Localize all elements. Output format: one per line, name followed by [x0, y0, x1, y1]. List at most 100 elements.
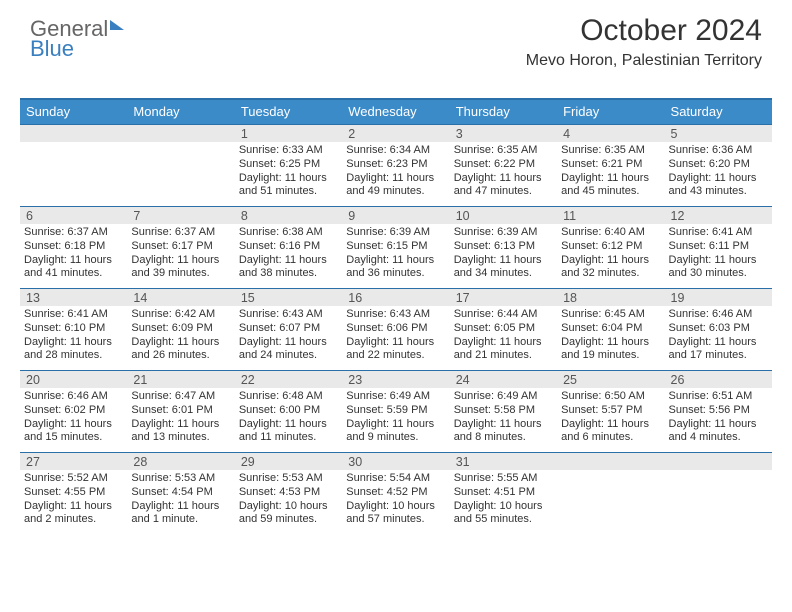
- daylight: Daylight: 11 hours and 8 minutes.: [454, 418, 553, 446]
- day-number: 12: [665, 206, 772, 224]
- day-number: [665, 452, 772, 470]
- sunset: Sunset: 6:04 PM: [561, 322, 660, 336]
- sunset: Sunset: 6:05 PM: [454, 322, 553, 336]
- sunrise: Sunrise: 5:53 AM: [131, 472, 230, 486]
- sunset: Sunset: 5:56 PM: [669, 404, 768, 418]
- day-cell: Sunrise: 6:47 AMSunset: 6:01 PMDaylight:…: [127, 388, 234, 452]
- day-cell: Sunrise: 6:39 AMSunset: 6:15 PMDaylight:…: [342, 224, 449, 288]
- day-cell: Sunrise: 6:51 AMSunset: 5:56 PMDaylight:…: [665, 388, 772, 452]
- sunrise: Sunrise: 6:49 AM: [454, 390, 553, 404]
- sunrise: Sunrise: 6:37 AM: [24, 226, 123, 240]
- day-number: 9: [342, 206, 449, 224]
- day-number: 5: [665, 124, 772, 142]
- daylight: Daylight: 11 hours and 2 minutes.: [24, 500, 123, 528]
- sunrise: Sunrise: 6:37 AM: [131, 226, 230, 240]
- day-body-row: Sunrise: 5:52 AMSunset: 4:55 PMDaylight:…: [20, 470, 772, 534]
- day-number: 25: [557, 370, 664, 388]
- brand-logo: General Blue: [30, 18, 124, 60]
- sunrise: Sunrise: 6:40 AM: [561, 226, 660, 240]
- day-cell: Sunrise: 6:42 AMSunset: 6:09 PMDaylight:…: [127, 306, 234, 370]
- daylight: Daylight: 11 hours and 30 minutes.: [669, 254, 768, 282]
- day-cell: Sunrise: 6:39 AMSunset: 6:13 PMDaylight:…: [450, 224, 557, 288]
- sunset: Sunset: 6:03 PM: [669, 322, 768, 336]
- daylight: Daylight: 11 hours and 51 minutes.: [239, 172, 338, 200]
- day-cell: Sunrise: 6:44 AMSunset: 6:05 PMDaylight:…: [450, 306, 557, 370]
- daylight: Daylight: 11 hours and 47 minutes.: [454, 172, 553, 200]
- sunset: Sunset: 4:51 PM: [454, 486, 553, 500]
- sunset: Sunset: 6:11 PM: [669, 240, 768, 254]
- sunrise: Sunrise: 6:35 AM: [454, 144, 553, 158]
- sunset: Sunset: 6:13 PM: [454, 240, 553, 254]
- day-number: 4: [557, 124, 664, 142]
- daylight: Daylight: 10 hours and 57 minutes.: [346, 500, 445, 528]
- day-cell: Sunrise: 6:35 AMSunset: 6:21 PMDaylight:…: [557, 142, 664, 206]
- day-number: 7: [127, 206, 234, 224]
- day-number: 6: [20, 206, 127, 224]
- sunset: Sunset: 6:16 PM: [239, 240, 338, 254]
- daylight: Daylight: 11 hours and 34 minutes.: [454, 254, 553, 282]
- day-number: 1: [235, 124, 342, 142]
- day-number-row: 6789101112: [20, 206, 772, 224]
- sunrise: Sunrise: 6:39 AM: [346, 226, 445, 240]
- sunset: Sunset: 6:10 PM: [24, 322, 123, 336]
- sunset: Sunset: 5:59 PM: [346, 404, 445, 418]
- sunrise: Sunrise: 6:49 AM: [346, 390, 445, 404]
- sunrise: Sunrise: 6:43 AM: [239, 308, 338, 322]
- weekday-header-row: Sunday Monday Tuesday Wednesday Thursday…: [20, 100, 772, 124]
- sunset: Sunset: 6:20 PM: [669, 158, 768, 172]
- day-number-row: 1 2 3 4 5: [20, 124, 772, 142]
- day-number-row: 13141516171819: [20, 288, 772, 306]
- daylight: Daylight: 11 hours and 41 minutes.: [24, 254, 123, 282]
- day-cell: [127, 142, 234, 206]
- day-cell: Sunrise: 6:35 AMSunset: 6:22 PMDaylight:…: [450, 142, 557, 206]
- day-cell: Sunrise: 6:45 AMSunset: 6:04 PMDaylight:…: [557, 306, 664, 370]
- day-number: 27: [20, 452, 127, 470]
- day-cell: Sunrise: 6:43 AMSunset: 6:06 PMDaylight:…: [342, 306, 449, 370]
- day-body-row: Sunrise: 6:37 AMSunset: 6:18 PMDaylight:…: [20, 224, 772, 288]
- day-number: 28: [127, 452, 234, 470]
- sunset: Sunset: 5:57 PM: [561, 404, 660, 418]
- day-number: 10: [450, 206, 557, 224]
- daylight: Daylight: 11 hours and 4 minutes.: [669, 418, 768, 446]
- daylight: Daylight: 11 hours and 13 minutes.: [131, 418, 230, 446]
- day-number: [127, 124, 234, 142]
- sunrise: Sunrise: 5:55 AM: [454, 472, 553, 486]
- sunrise: Sunrise: 6:33 AM: [239, 144, 338, 158]
- daylight: Daylight: 11 hours and 24 minutes.: [239, 336, 338, 364]
- day-cell: Sunrise: 6:41 AMSunset: 6:11 PMDaylight:…: [665, 224, 772, 288]
- day-cell: Sunrise: 6:33 AMSunset: 6:25 PMDaylight:…: [235, 142, 342, 206]
- sunrise: Sunrise: 6:47 AM: [131, 390, 230, 404]
- day-number: 18: [557, 288, 664, 306]
- sunrise: Sunrise: 6:44 AM: [454, 308, 553, 322]
- day-cell: Sunrise: 6:46 AMSunset: 6:02 PMDaylight:…: [20, 388, 127, 452]
- day-cell: Sunrise: 6:48 AMSunset: 6:00 PMDaylight:…: [235, 388, 342, 452]
- daylight: Daylight: 11 hours and 28 minutes.: [24, 336, 123, 364]
- daylight: Daylight: 11 hours and 11 minutes.: [239, 418, 338, 446]
- sunset: Sunset: 6:02 PM: [24, 404, 123, 418]
- month-title: October 2024: [526, 14, 762, 48]
- daylight: Daylight: 11 hours and 39 minutes.: [131, 254, 230, 282]
- sunrise: Sunrise: 6:50 AM: [561, 390, 660, 404]
- daylight: Daylight: 11 hours and 26 minutes.: [131, 336, 230, 364]
- day-cell: Sunrise: 6:37 AMSunset: 6:17 PMDaylight:…: [127, 224, 234, 288]
- logo-line2: Blue: [30, 38, 124, 60]
- day-cell: Sunrise: 6:49 AMSunset: 5:59 PMDaylight:…: [342, 388, 449, 452]
- sunset: Sunset: 6:12 PM: [561, 240, 660, 254]
- title-block: October 2024 Mevo Horon, Palestinian Ter…: [526, 14, 762, 70]
- day-cell: Sunrise: 6:37 AMSunset: 6:18 PMDaylight:…: [20, 224, 127, 288]
- day-number: 22: [235, 370, 342, 388]
- daylight: Daylight: 11 hours and 6 minutes.: [561, 418, 660, 446]
- day-number: [20, 124, 127, 142]
- daylight: Daylight: 11 hours and 32 minutes.: [561, 254, 660, 282]
- weekday-header: Saturday: [665, 100, 772, 124]
- day-cell: Sunrise: 5:53 AMSunset: 4:53 PMDaylight:…: [235, 470, 342, 534]
- day-number: [557, 452, 664, 470]
- daylight: Daylight: 11 hours and 49 minutes.: [346, 172, 445, 200]
- sunrise: Sunrise: 6:41 AM: [24, 308, 123, 322]
- day-number: 15: [235, 288, 342, 306]
- day-cell: Sunrise: 6:43 AMSunset: 6:07 PMDaylight:…: [235, 306, 342, 370]
- sunset: Sunset: 4:55 PM: [24, 486, 123, 500]
- day-number: 31: [450, 452, 557, 470]
- day-number: 8: [235, 206, 342, 224]
- day-number: 19: [665, 288, 772, 306]
